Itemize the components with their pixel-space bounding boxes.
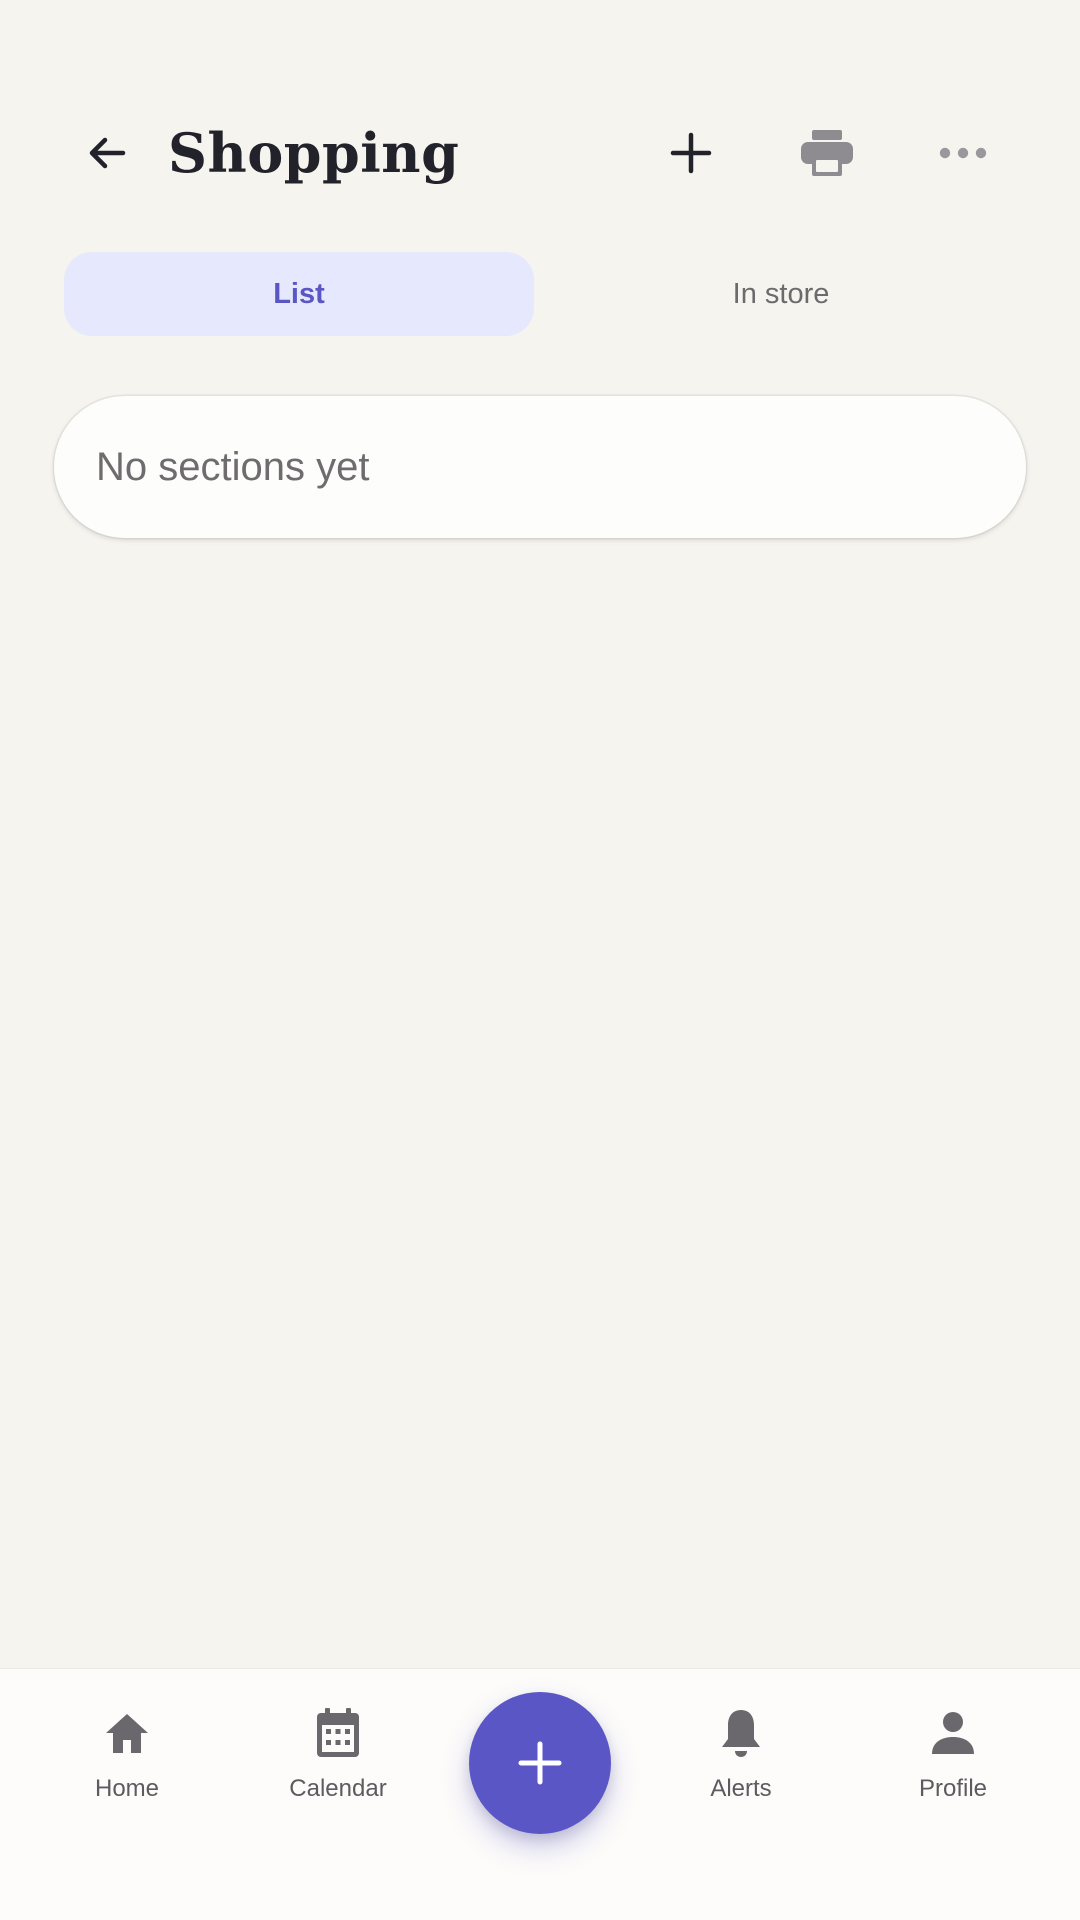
nav-label-alerts: Alerts (710, 1775, 772, 1802)
more-options-button[interactable] (926, 116, 1000, 190)
top-app-bar: Shopping (0, 96, 1080, 208)
plus-icon (670, 132, 712, 174)
nav-label-home: Home (94, 1775, 160, 1802)
nav-item-home[interactable]: Home (37, 1707, 217, 1817)
print-button[interactable] (790, 116, 864, 190)
nav-item-calendar[interactable]: Calendar (248, 1707, 428, 1817)
tab-in-store[interactable]: In store (546, 252, 1016, 336)
view-tabs: List In store (64, 252, 1016, 336)
add-item-button[interactable] (654, 116, 728, 190)
nav-label-calendar: Calendar (289, 1775, 387, 1802)
back-button[interactable] (70, 116, 144, 190)
person-icon (927, 1707, 979, 1759)
arrow-left-icon (89, 137, 126, 169)
home-icon (101, 1707, 153, 1759)
empty-state-text: No sections yet (96, 444, 370, 489)
bell-icon (715, 1707, 767, 1759)
nav-label-profile: Profile (918, 1775, 988, 1802)
add-fab-button[interactable] (469, 1692, 611, 1834)
empty-sections-card: No sections yet (54, 396, 1026, 538)
more-horizontal-icon (939, 147, 987, 159)
calendar-icon (312, 1707, 364, 1759)
printer-icon (801, 130, 853, 176)
page-title: Shopping (168, 121, 460, 185)
nav-item-alerts[interactable]: Alerts (651, 1707, 831, 1817)
nav-item-profile[interactable]: Profile (863, 1707, 1043, 1817)
tab-list[interactable]: List (64, 252, 534, 336)
plus-icon (518, 1741, 562, 1785)
